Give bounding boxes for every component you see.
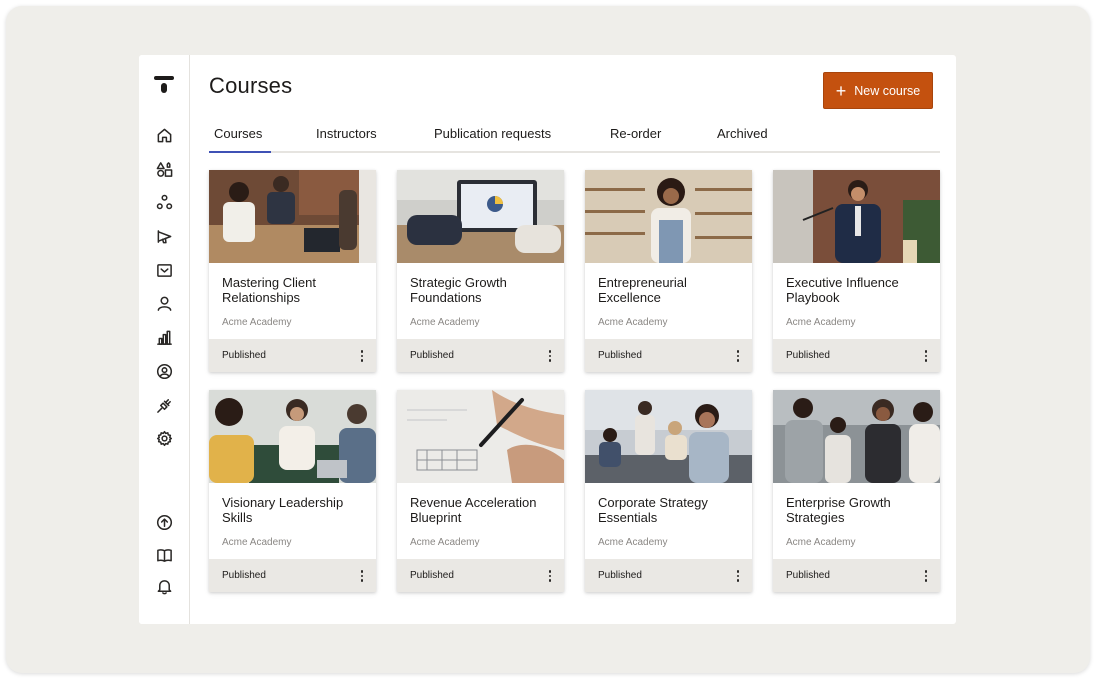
status-badge: Published <box>786 570 830 581</box>
upload-icon[interactable] <box>153 511 175 533</box>
settings-icon[interactable] <box>153 427 175 449</box>
course-org: Acme Academy <box>598 537 668 548</box>
colleagues-collab-photo <box>773 390 940 483</box>
status-badge: Published <box>410 350 454 361</box>
course-org: Acme Academy <box>598 317 668 328</box>
bell-icon[interactable] <box>153 575 175 597</box>
shapes-icon[interactable] <box>153 158 175 180</box>
plus-icon: + <box>835 80 847 101</box>
more-options-icon[interactable] <box>356 568 368 584</box>
blueprint-drawing-photo <box>397 390 564 483</box>
course-title[interactable]: Mastering Client Relationships <box>222 275 367 305</box>
more-options-icon[interactable] <box>544 348 556 364</box>
course-title[interactable]: Executive Influence Playbook <box>786 275 931 305</box>
course-card[interactable]: Strategic Growth Foundations Acme Academ… <box>397 170 564 372</box>
megaphone-icon[interactable] <box>153 225 175 247</box>
book-icon[interactable] <box>153 544 175 566</box>
course-title[interactable]: Corporate Strategy Essentials <box>598 495 743 525</box>
course-card[interactable]: Enterprise Growth Strategies Acme Academ… <box>773 390 940 592</box>
card-footer: Published <box>397 339 564 372</box>
tab-courses[interactable]: Courses <box>208 126 272 153</box>
meeting-table-photo <box>209 170 376 263</box>
status-badge: Published <box>598 350 642 361</box>
network-icon[interactable] <box>153 191 175 213</box>
status-badge: Published <box>598 570 642 581</box>
status-badge: Published <box>410 570 454 581</box>
more-options-icon[interactable] <box>920 348 932 364</box>
status-badge: Published <box>222 350 266 361</box>
course-org: Acme Academy <box>786 537 856 548</box>
card-footer: Published <box>209 559 376 592</box>
tab-re-order[interactable]: Re-order <box>610 126 661 141</box>
card-footer: Published <box>209 339 376 372</box>
course-card[interactable]: Mastering Client Relationships Acme Acad… <box>209 170 376 372</box>
tab-publication-requests[interactable]: Publication requests <box>434 126 551 141</box>
course-title[interactable]: Enterprise Growth Strategies <box>786 495 931 525</box>
page-title: Courses <box>209 73 293 98</box>
course-card[interactable]: Entrepreneurial Excellence Acme Academy … <box>585 170 752 372</box>
team-discussion-photo <box>209 390 376 483</box>
tab-bar: Courses Instructors Publication requests… <box>208 117 940 153</box>
course-card[interactable]: Executive Influence Playbook Acme Academ… <box>773 170 940 372</box>
course-org: Acme Academy <box>222 537 292 548</box>
card-footer: Published <box>585 559 752 592</box>
new-course-button[interactable]: + New course <box>823 72 933 109</box>
status-badge: Published <box>786 350 830 361</box>
course-title[interactable]: Visionary Leadership Skills <box>222 495 367 525</box>
new-course-label: New course <box>854 83 921 98</box>
course-card[interactable]: Revenue Acceleration Blueprint Acme Acad… <box>397 390 564 592</box>
card-footer: Published <box>773 559 940 592</box>
more-options-icon[interactable] <box>732 348 744 364</box>
user-icon[interactable] <box>153 292 175 314</box>
sidebar <box>139 55 190 624</box>
home-icon[interactable] <box>153 124 175 146</box>
speaker-podium-photo <box>773 170 940 263</box>
brand-logo[interactable] <box>154 76 174 94</box>
course-org: Acme Academy <box>410 537 480 548</box>
more-options-icon[interactable] <box>356 348 368 364</box>
tab-archived[interactable]: Archived <box>717 126 768 141</box>
card-footer: Published <box>397 559 564 592</box>
status-badge: Published <box>222 570 266 581</box>
account-circle-icon[interactable] <box>153 360 175 382</box>
inbox-icon[interactable] <box>153 259 175 281</box>
more-options-icon[interactable] <box>920 568 932 584</box>
course-org: Acme Academy <box>786 317 856 328</box>
bar-chart-icon[interactable] <box>153 326 175 348</box>
card-footer: Published <box>773 339 940 372</box>
course-org: Acme Academy <box>410 317 480 328</box>
app-window: Courses + New course Courses Instructors… <box>139 55 956 624</box>
course-card[interactable]: Visionary Leadership Skills Acme Academy… <box>209 390 376 592</box>
office-meeting-photo <box>585 390 752 483</box>
course-card[interactable]: Corporate Strategy Essentials Acme Acade… <box>585 390 752 592</box>
course-title[interactable]: Revenue Acceleration Blueprint <box>410 495 555 525</box>
card-footer: Published <box>585 339 752 372</box>
course-org: Acme Academy <box>222 317 292 328</box>
more-options-icon[interactable] <box>732 568 744 584</box>
more-options-icon[interactable] <box>544 568 556 584</box>
laptop-analytics-photo <box>397 170 564 263</box>
course-title[interactable]: Strategic Growth Foundations <box>410 275 555 305</box>
plug-icon[interactable] <box>153 394 175 416</box>
tab-instructors[interactable]: Instructors <box>316 126 377 141</box>
shop-owner-photo <box>585 170 752 263</box>
course-title[interactable]: Entrepreneurial Excellence <box>598 275 743 305</box>
